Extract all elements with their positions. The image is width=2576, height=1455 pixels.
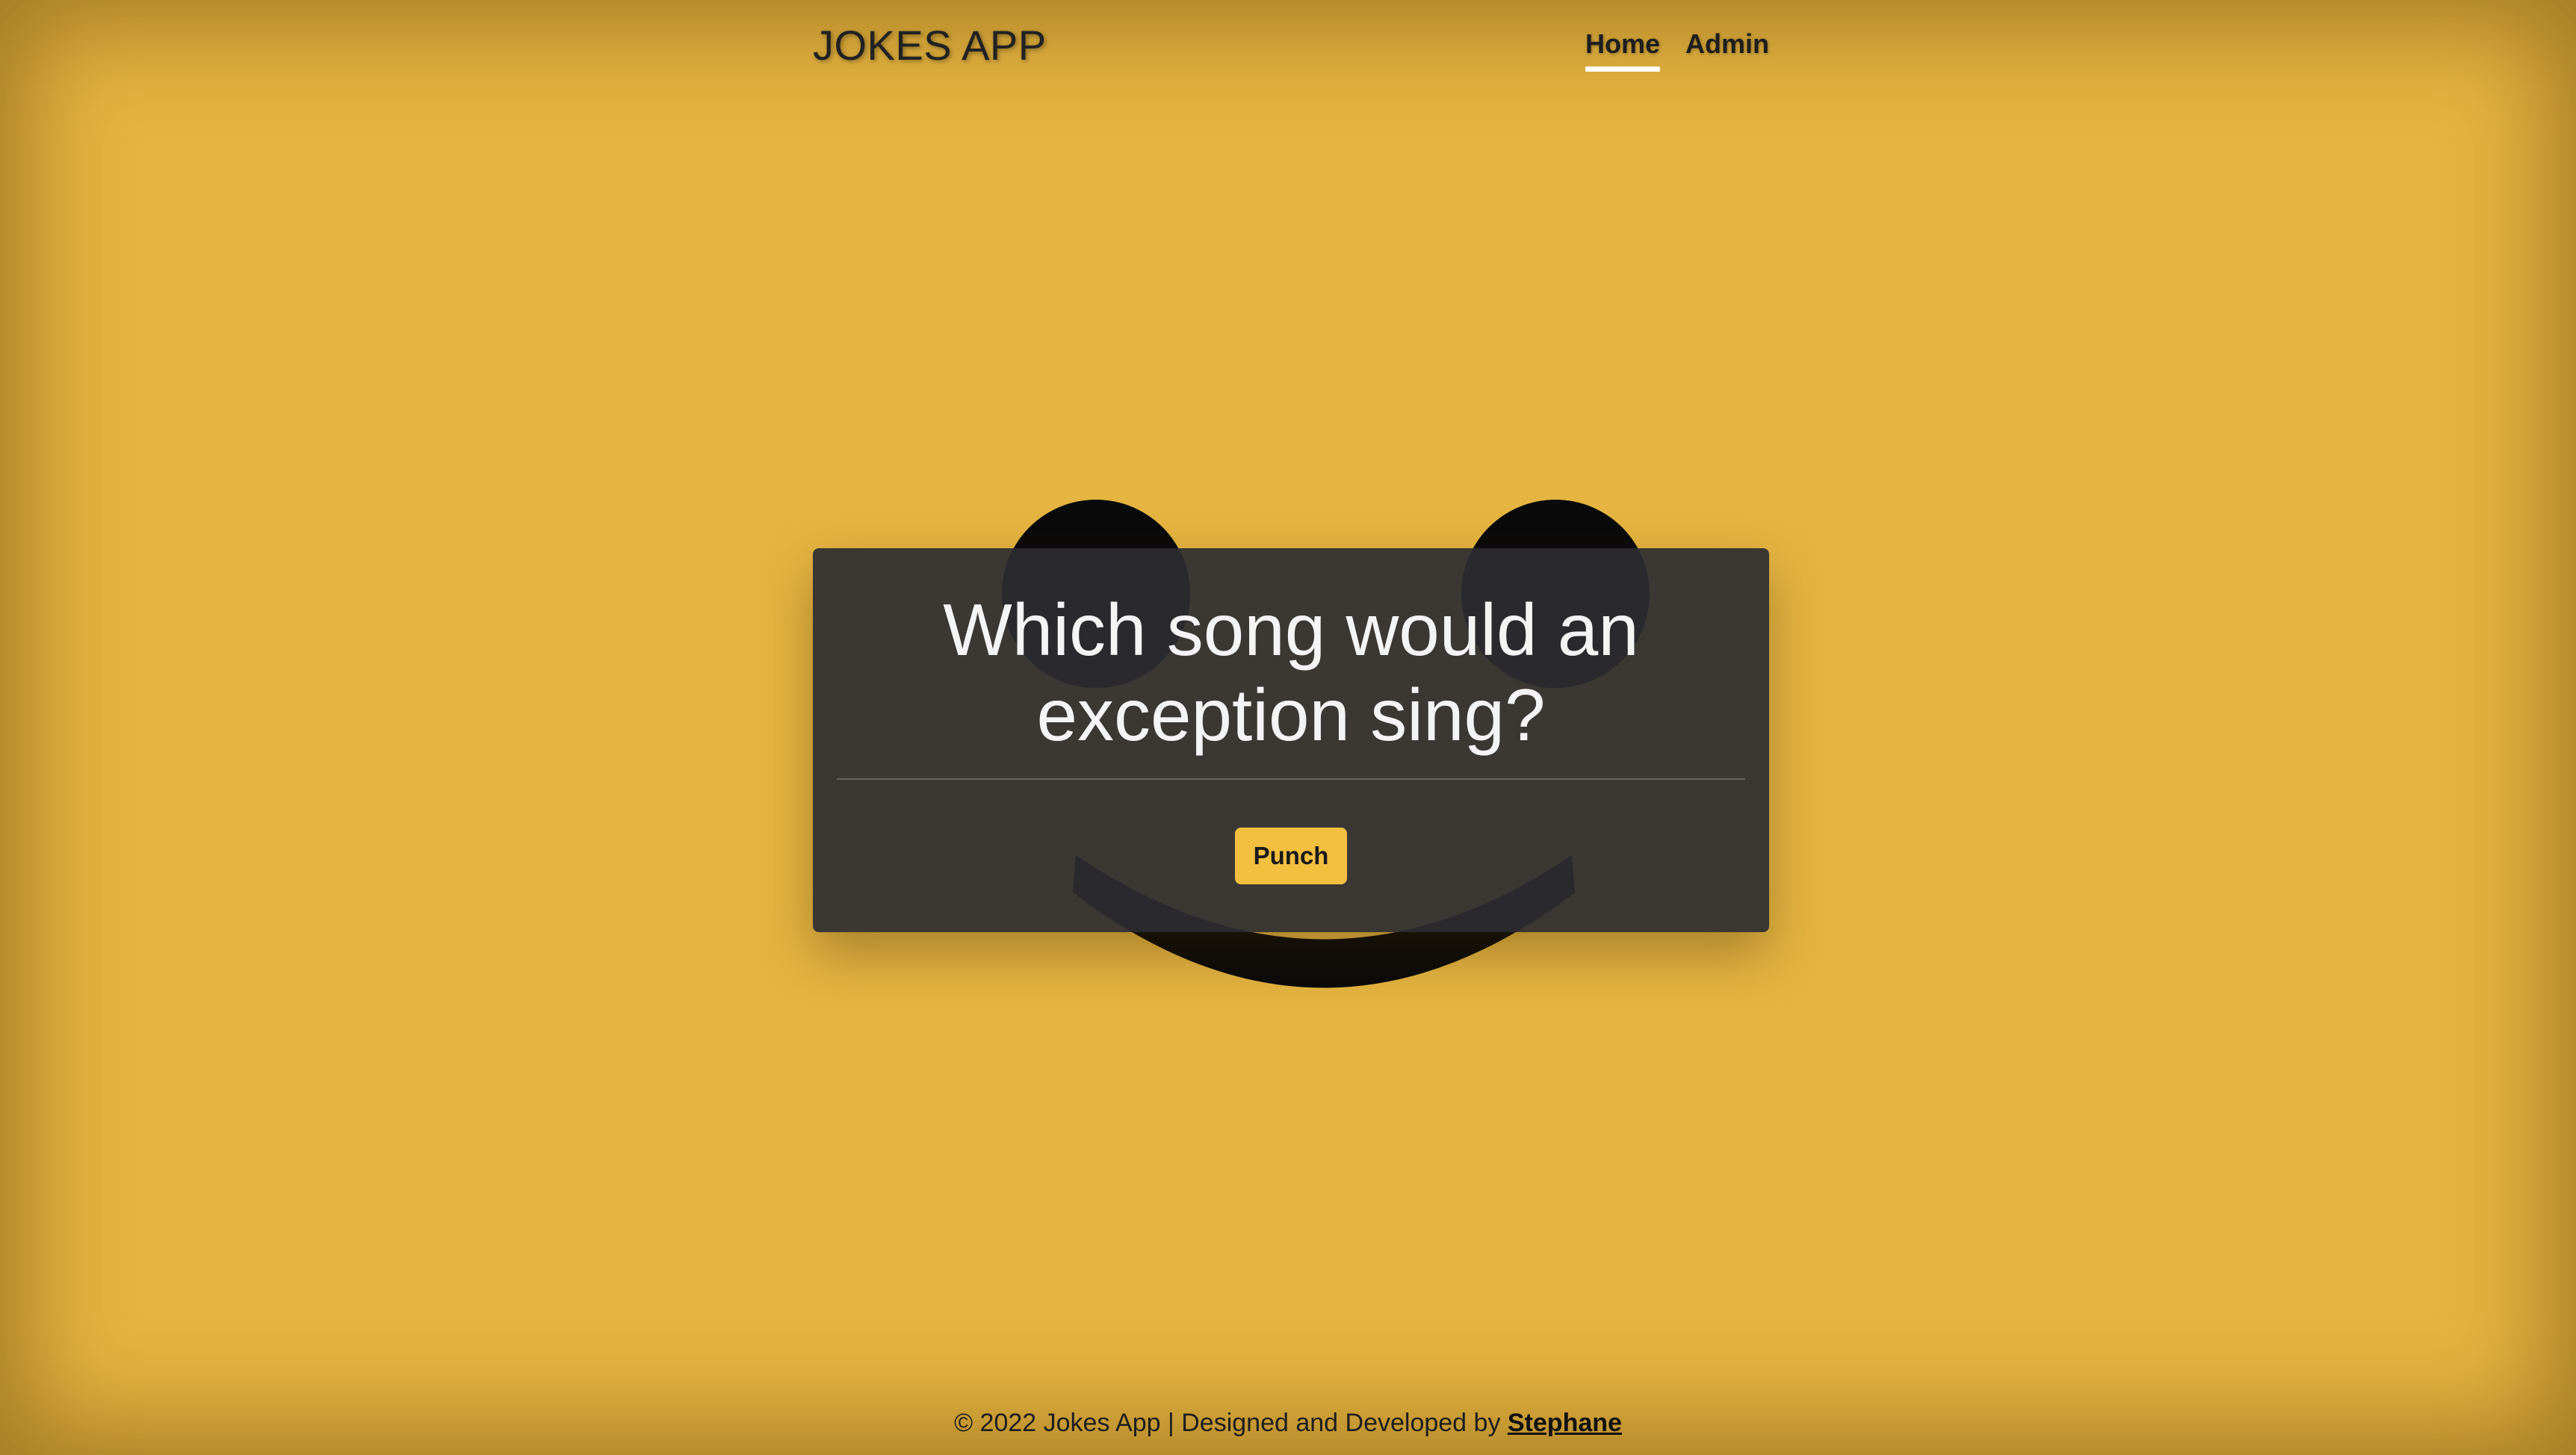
main-nav: Home Admin: [1585, 28, 1769, 72]
joke-line-2: exception sing?: [1036, 674, 1546, 756]
joke-line-1: Which song would an: [943, 589, 1639, 671]
joke-card: Which song would an exception sing? Punc…: [813, 548, 1769, 932]
author-link[interactable]: Stephane: [1508, 1409, 1622, 1437]
nav-admin-link[interactable]: Admin: [1685, 28, 1769, 70]
card-divider: [837, 778, 1745, 780]
brand-logo[interactable]: JOKES APP: [813, 21, 1047, 69]
footer-text: © 2022 Jokes App | Designed and Develope…: [954, 1409, 1508, 1437]
site-header: JOKES APP Home Admin: [813, 0, 1769, 90]
joke-question: Which song would an exception sing?: [858, 587, 1724, 757]
punch-button[interactable]: Punch: [1235, 828, 1347, 884]
site-footer: © 2022 Jokes App | Designed and Develope…: [0, 1409, 2576, 1438]
nav-home-link[interactable]: Home: [1585, 28, 1661, 72]
